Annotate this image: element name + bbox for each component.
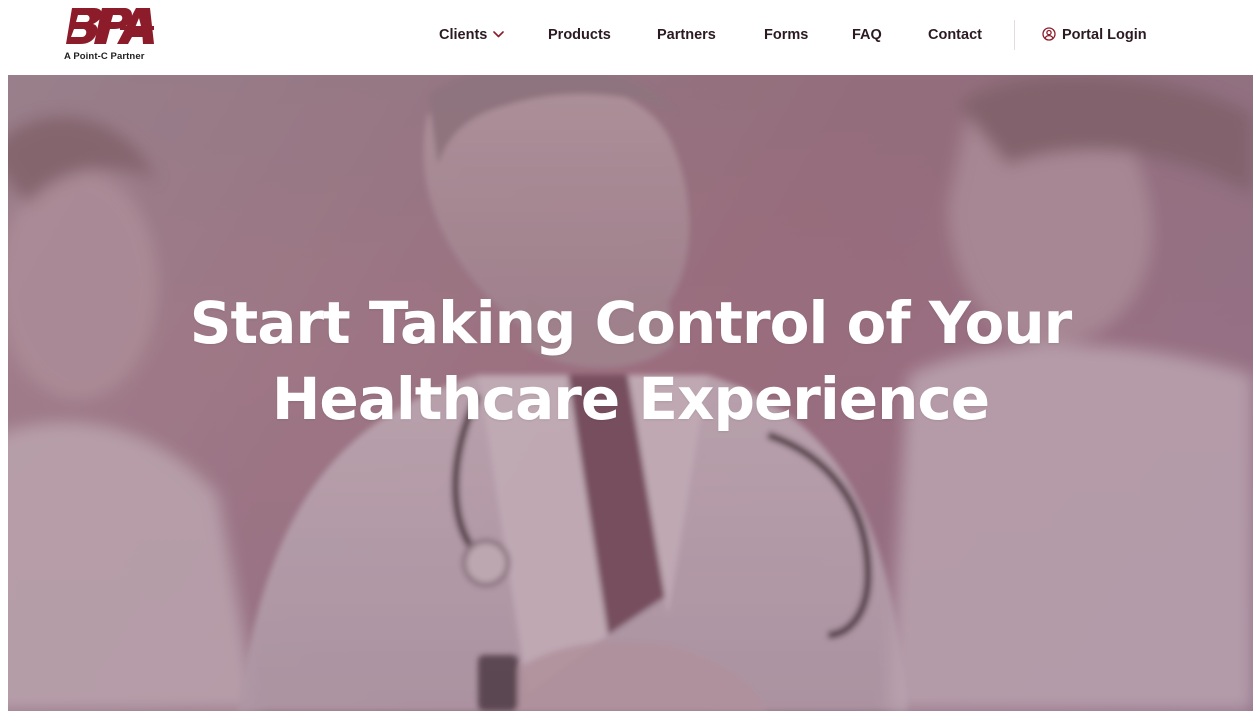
nav-divider	[1014, 20, 1015, 50]
nav-item-clients[interactable]: Clients	[439, 24, 505, 46]
nav-item-faq[interactable]: FAQ	[852, 24, 882, 46]
nav-item-contact[interactable]: Contact	[928, 24, 982, 46]
hero-headline: Start Taking Control of Your Healthcare …	[8, 285, 1253, 437]
brand-logo[interactable]: A Point-C Partner	[62, 6, 162, 66]
nav-item-label: Contact	[928, 27, 982, 43]
site-header: A Point-C Partner Clients Products Partn…	[0, 0, 1253, 75]
portal-login-link[interactable]: Portal Login	[1042, 24, 1147, 46]
nav-item-label: Forms	[764, 27, 809, 43]
nav-item-forms[interactable]: Forms	[764, 24, 808, 46]
nav-item-partners[interactable]: Partners	[657, 24, 716, 46]
hero-headline-line-1: Start Taking Control of Your	[189, 289, 1072, 357]
nav-item-label: Partners	[657, 27, 716, 43]
brand-tagline: A Point-C Partner	[64, 51, 145, 62]
portal-login-label: Portal Login	[1062, 27, 1147, 43]
nav-item-products[interactable]: Products	[548, 24, 611, 46]
nav-item-label: FAQ	[852, 27, 882, 43]
hero-banner: Start Taking Control of Your Healthcare …	[8, 75, 1253, 711]
user-circle-icon	[1042, 27, 1056, 41]
hero-headline-line-2: Healthcare Experience	[271, 365, 990, 433]
nav-item-label: Clients	[439, 27, 488, 43]
chevron-down-icon	[493, 30, 505, 37]
bpa-logo-mark	[66, 8, 154, 44]
nav-item-label: Products	[548, 27, 611, 43]
